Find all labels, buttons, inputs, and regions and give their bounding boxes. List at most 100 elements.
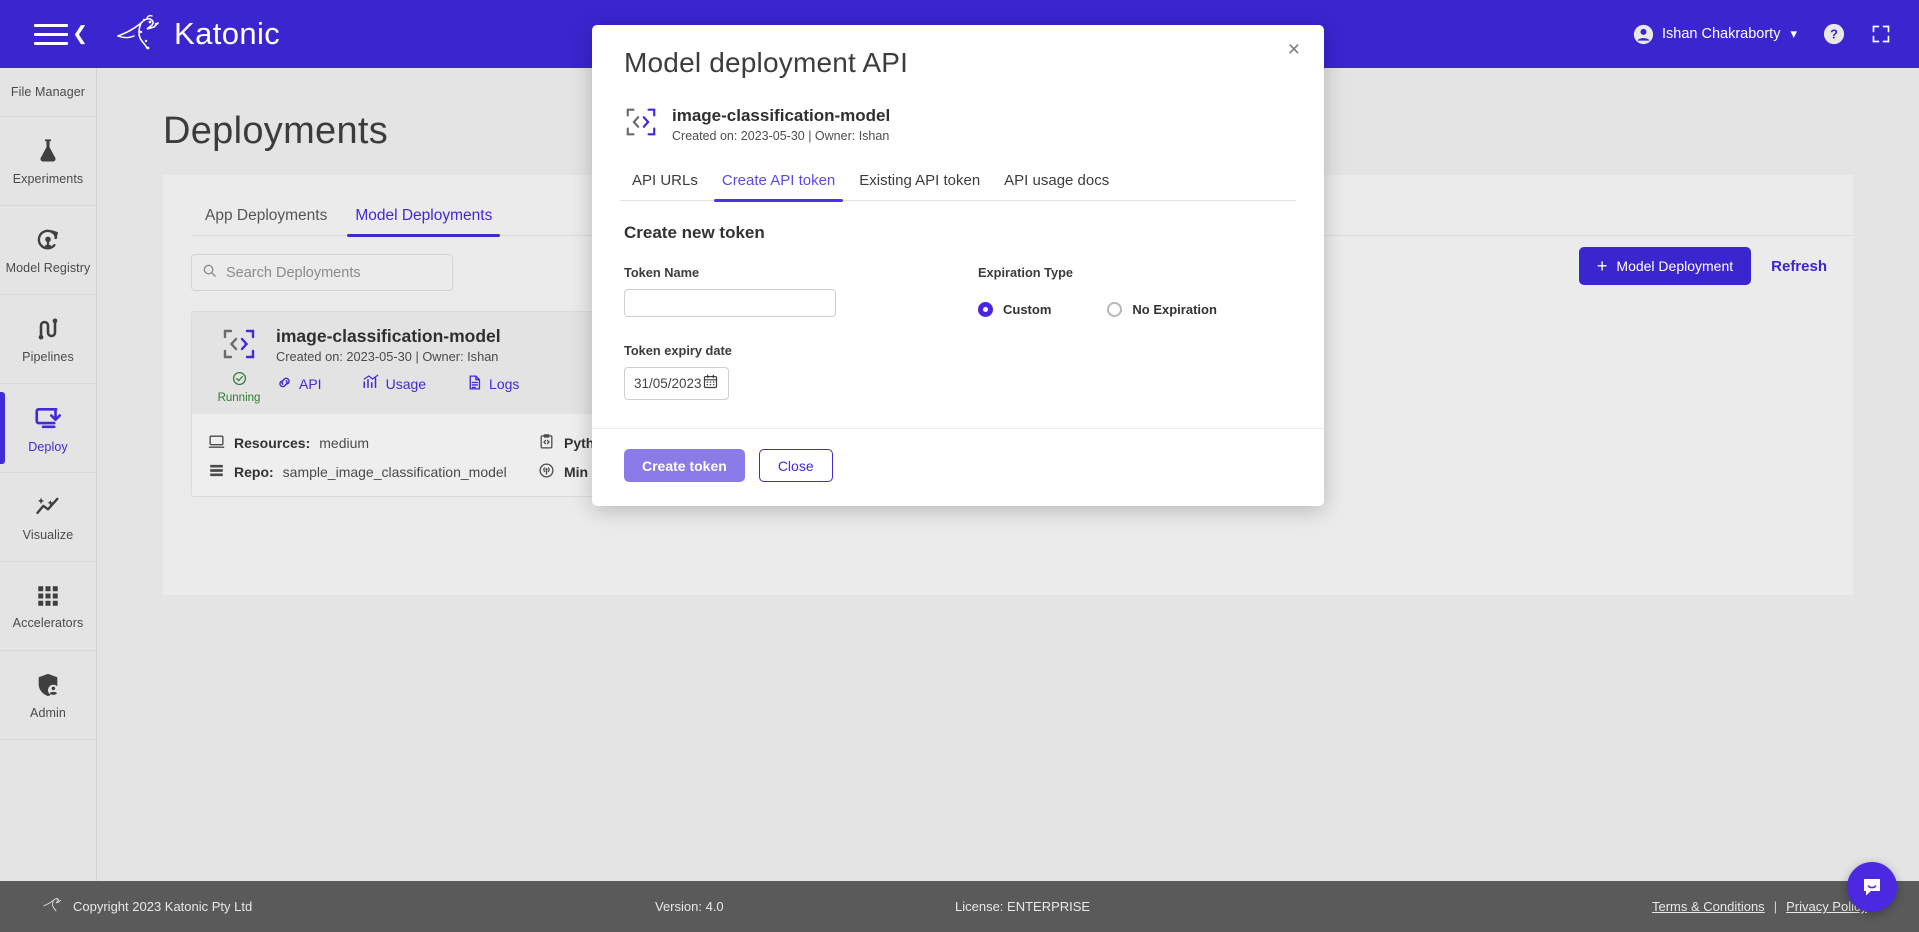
modal-footer: Create token Close <box>592 429 1324 506</box>
chevron-down-icon: ▾ <box>1790 26 1797 41</box>
tab-create-api-token[interactable]: Create API token <box>710 172 847 202</box>
page-footer: Copyright 2023 Katonic Pty Ltd Version: … <box>0 881 1919 932</box>
sidebar-item-admin[interactable]: Admin <box>0 651 96 740</box>
tab-app-deployments[interactable]: App Deployments <box>191 207 341 235</box>
sidebar-item-label: Experiments <box>12 171 84 186</box>
expiration-type-label: Expiration Type <box>978 265 1074 280</box>
token-name-input[interactable] <box>624 289 836 317</box>
token-expiry-group: Token expiry date 31/05/2023 <box>624 343 1292 400</box>
hamburger-collapse-icon[interactable]: ❮ <box>34 17 90 51</box>
sidebar-item-model-registry[interactable]: Model Registry <box>0 206 96 295</box>
expiration-type-group: Expiration Type Custom No Expiration <box>978 265 1292 317</box>
meta-key: Resources: <box>234 435 311 451</box>
hamburger-bar <box>34 32 68 36</box>
meta-key: Repo: <box>234 464 274 480</box>
token-name-group: Token Name <box>624 265 914 317</box>
terms-and-conditions-link[interactable]: Terms & Conditions <box>1652 899 1765 914</box>
create-token-button[interactable]: Create token <box>624 449 745 482</box>
close-x-icon[interactable]: × <box>1288 39 1300 60</box>
check-circle-icon <box>232 371 247 391</box>
left-sidebar: File Manager Experiments Model Registry … <box>0 68 97 932</box>
modal-body: Create new token Token Name Expiration T… <box>592 201 1324 429</box>
visualize-sparkle-icon <box>34 493 62 521</box>
model-registry-icon <box>34 226 62 254</box>
sidebar-item-deploy[interactable]: Deploy <box>0 384 96 473</box>
sidebar-item-label: File Manager <box>10 85 86 99</box>
search-deployments-box[interactable] <box>191 254 453 291</box>
card-link-label: Logs <box>489 375 520 392</box>
expiration-radio-group: Custom No Expiration <box>978 302 1292 317</box>
radio-custom[interactable]: Custom <box>978 302 1051 317</box>
flask-icon <box>34 137 62 165</box>
code-clipboard-icon <box>538 433 555 453</box>
sidebar-item-experiments[interactable]: Experiments <box>0 117 96 206</box>
app-root: ❮ Katonic Ishan Chakraborty ▾ ? File Man… <box>0 0 1919 932</box>
footer-license: License: ENTERPRISE <box>955 899 1091 914</box>
meta-python: Pyth <box>538 433 594 453</box>
status-badge: Running <box>218 371 260 404</box>
sidebar-item-label: Pipelines <box>22 349 74 364</box>
deploy-download-icon <box>33 403 63 433</box>
tab-api-usage-docs[interactable]: API usage docs <box>992 172 1121 200</box>
model-deployment-api-modal: Model deployment API × image-classificat… <box>592 25 1324 506</box>
sidebar-item-label: Model Registry <box>5 260 91 275</box>
card-link-usage[interactable]: Usage <box>362 373 426 394</box>
create-new-token-heading: Create new token <box>624 223 765 242</box>
modal-model-meta: Created on: 2023-05-30 | Owner: Ishan <box>672 129 890 143</box>
sidebar-item-label: Accelerators <box>12 615 84 630</box>
link-chain-icon <box>276 374 293 394</box>
sidebar-item-label: Deploy <box>28 439 68 454</box>
hamburger-bar <box>34 23 68 27</box>
card-link-logs[interactable]: Logs <box>466 374 519 394</box>
close-button[interactable]: Close <box>758 449 833 482</box>
modal-title: Model deployment API <box>624 47 909 78</box>
refresh-button[interactable]: Refresh <box>1771 258 1827 275</box>
add-model-deployment-button[interactable]: + Model Deployment <box>1578 247 1752 285</box>
sidebar-item-accelerators[interactable]: Accelerators <box>0 562 96 651</box>
server-stack-icon <box>208 462 225 482</box>
footer-copyright-text: Copyright 2023 Katonic Pty Ltd <box>73 899 253 914</box>
shield-user-icon <box>34 671 62 699</box>
sidebar-item-visualize[interactable]: Visualize <box>0 473 96 562</box>
code-brackets-icon <box>624 105 658 144</box>
help-circle-icon[interactable]: ? <box>1823 23 1845 45</box>
card-link-label: Usage <box>385 375 427 392</box>
meta-repo: Repo: sample_image_classification_model <box>208 462 538 482</box>
tab-model-deployments[interactable]: Model Deployments <box>341 207 506 237</box>
sidebar-item-pipelines[interactable]: Pipelines <box>0 295 96 384</box>
card-link-label: API <box>299 375 322 392</box>
sidebar-item-label: Visualize <box>22 527 74 542</box>
calendar-icon[interactable] <box>702 373 719 395</box>
monitor-icon <box>208 433 225 453</box>
meta-minio: Min <box>538 462 588 482</box>
footer-separator: | <box>1773 899 1778 914</box>
token-expiry-datepicker[interactable]: 31/05/2023 <box>624 367 729 400</box>
footer-links: Terms & Conditions | Privacy Policy <box>1652 899 1867 914</box>
radio-no-expiration[interactable]: No Expiration <box>1107 302 1217 317</box>
meta-value: medium <box>319 435 370 451</box>
logs-document-icon <box>466 374 483 394</box>
user-menu[interactable]: Ishan Chakraborty ▾ <box>1633 24 1797 45</box>
plus-icon: + <box>1596 256 1608 276</box>
kangaroo-logo-icon <box>42 896 64 917</box>
sidebar-item-label: Admin <box>30 705 66 720</box>
svg-text:?: ? <box>1830 27 1838 42</box>
hamburger-bar <box>34 41 68 45</box>
radio-dot-icon <box>1107 302 1123 317</box>
deployment-card-icon-col: Running <box>208 326 270 404</box>
sidebar-item-file-manager[interactable]: File Manager <box>0 68 96 117</box>
search-input[interactable] <box>226 264 442 281</box>
token-form: Token Name Expiration Type Custom No Exp… <box>624 265 1292 317</box>
tab-existing-api-token[interactable]: Existing API token <box>847 172 992 200</box>
tab-api-urls[interactable]: API URLs <box>620 172 710 200</box>
brand-name: Katonic <box>174 16 281 51</box>
brand-logo-link[interactable]: Katonic <box>114 14 280 54</box>
footer-copyright: Copyright 2023 Katonic Pty Ltd <box>42 896 252 917</box>
search-icon <box>202 263 217 283</box>
fullscreen-icon[interactable] <box>1871 24 1891 44</box>
card-link-api[interactable]: API <box>276 374 322 394</box>
chat-bubble-icon[interactable] <box>1847 862 1897 912</box>
modal-tabs: API URLs Create API token Existing API t… <box>620 172 1296 202</box>
code-brackets-icon <box>221 326 257 367</box>
modal-model-text: image-classification-model Created on: 2… <box>672 106 890 143</box>
